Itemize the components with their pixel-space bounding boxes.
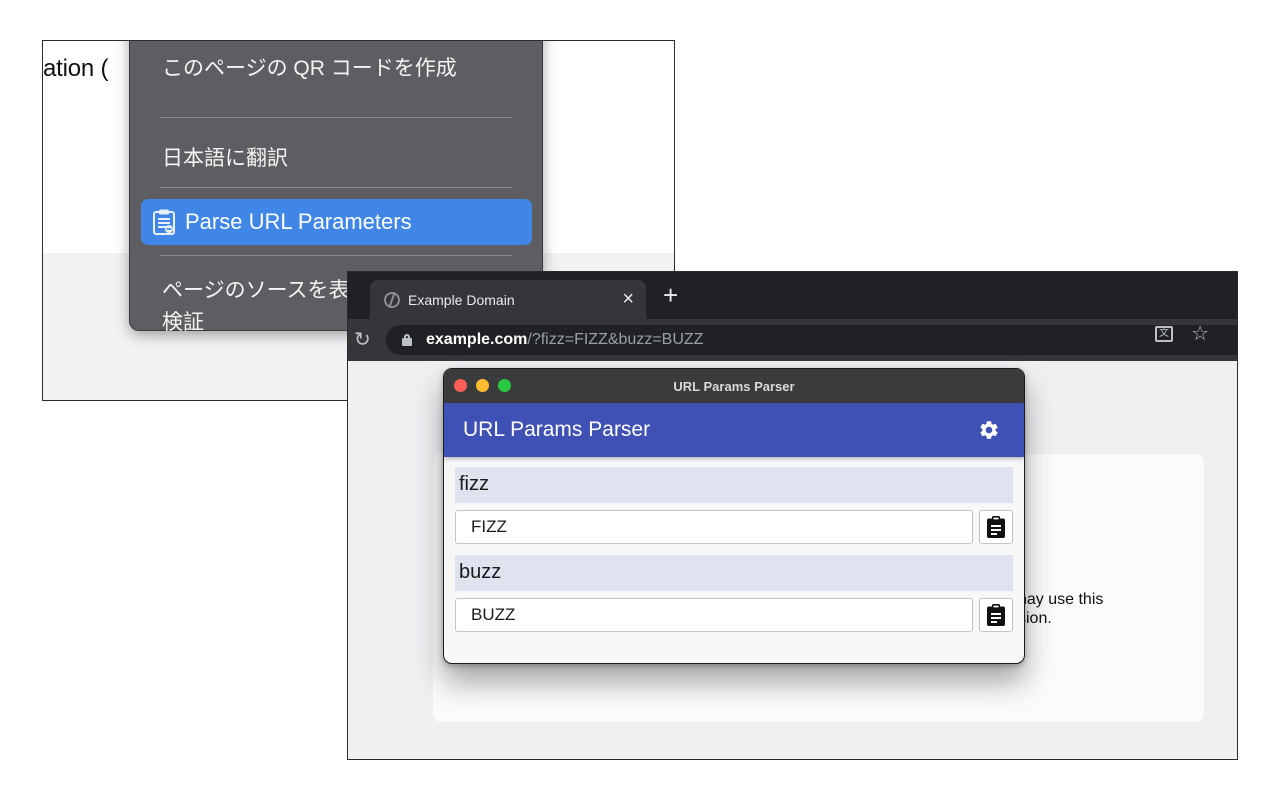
param-value-row [455, 598, 1013, 632]
translate-icon[interactable]: 文 [1155, 326, 1173, 342]
param-value-field[interactable] [455, 598, 973, 632]
menu-separator [160, 255, 512, 256]
close-window-button[interactable] [454, 379, 467, 392]
page-text-fragment: ation ( [43, 55, 109, 82]
menu-item-label: Parse URL Parameters [185, 209, 412, 234]
tab-close-button[interactable]: × [622, 289, 634, 309]
tab-title: Example Domain [408, 291, 515, 308]
clipboard-list-icon [153, 209, 175, 235]
menu-separator [160, 187, 512, 188]
menu-item-parse-url-parameters[interactable]: Parse URL Parameters [141, 199, 532, 245]
app-bar: URL Params Parser [444, 403, 1024, 457]
new-tab-button[interactable]: + [663, 282, 678, 308]
menu-item-create-qr[interactable]: このページの QR コードを作成 [162, 52, 457, 82]
app-title: URL Params Parser [463, 418, 651, 441]
tab-example-domain[interactable]: Example Domain × [370, 280, 646, 319]
tab-strip: Example Domain × + [348, 272, 1237, 319]
copy-value-button[interactable] [979, 598, 1013, 632]
lock-icon[interactable] [402, 334, 412, 346]
extension-popup-window: URL Params Parser URL Params Parser fizz [443, 368, 1025, 664]
browser-window: Example Domain × + ↻ example.com/?fizz=F… [347, 271, 1238, 760]
page-body-text: nay use this sion. [1018, 591, 1104, 627]
reload-icon[interactable]: ↻ [354, 327, 371, 352]
minimize-window-button[interactable] [476, 379, 489, 392]
param-key: fizz [455, 467, 1013, 503]
param-value-field[interactable] [455, 510, 973, 544]
param-key: buzz [455, 555, 1013, 591]
url-path: /?fizz=FIZZ&buzz=BUZZ [527, 331, 704, 348]
param-value-row [455, 510, 1013, 544]
window-titlebar[interactable]: URL Params Parser [444, 369, 1024, 403]
copy-value-button[interactable] [979, 510, 1013, 544]
param-list: fizz buzz [455, 467, 1013, 643]
clipboard-icon [987, 516, 1005, 538]
address-bar[interactable]: example.com/?fizz=FIZZ&buzz=BUZZ [386, 325, 1237, 355]
clipboard-icon [987, 604, 1005, 626]
browser-toolbar: ↻ example.com/?fizz=FIZZ&buzz=BUZZ 文 ☆ [348, 319, 1237, 361]
url-host: example.com [426, 331, 528, 348]
menu-item-inspect[interactable]: 検証 [162, 306, 204, 336]
param-entry: buzz [455, 555, 1013, 632]
gear-icon[interactable] [978, 419, 1000, 441]
window-title: URL Params Parser [673, 378, 795, 394]
menu-item-view-source[interactable]: ページのソースを表示 [162, 274, 371, 304]
menu-item-translate[interactable]: 日本語に翻訳 [162, 142, 288, 172]
bookmark-star-icon[interactable]: ☆ [1191, 321, 1209, 346]
zoom-window-button[interactable] [498, 379, 511, 392]
globe-icon [384, 291, 400, 308]
menu-separator [160, 117, 512, 118]
param-entry: fizz [455, 467, 1013, 544]
